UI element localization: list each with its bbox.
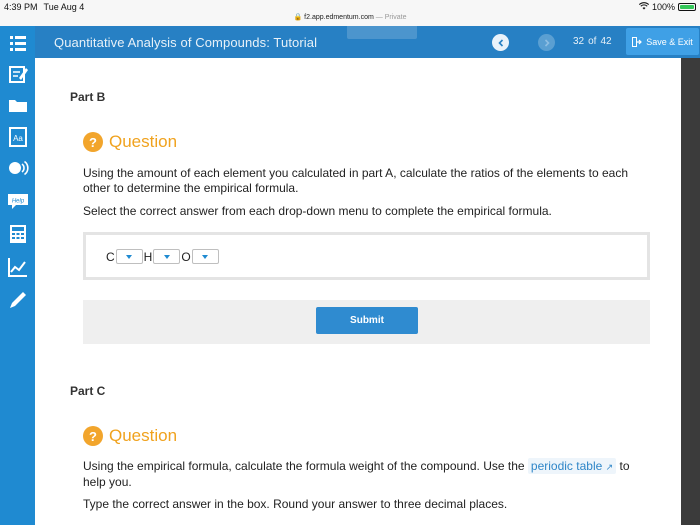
notepad-icon[interactable]	[6, 62, 29, 85]
question-icon: ?	[83, 132, 103, 152]
graph-icon[interactable]	[6, 255, 29, 278]
external-link-icon: ↗	[605, 462, 614, 472]
url-bar[interactable]: 🔒 f2.app.edmentum.com — Private	[0, 13, 700, 21]
part-b-instructions: Using the amount of each element you cal…	[83, 166, 628, 195]
menu-icon[interactable]	[6, 31, 29, 54]
empirical-formula: C H O	[106, 249, 220, 264]
status-day: Tue Aug 4	[43, 2, 85, 12]
element-o: O	[181, 249, 191, 264]
page-title: Quantitative Analysis of Compounds: Tuto…	[54, 35, 318, 50]
folder-icon[interactable]	[6, 93, 29, 116]
exit-icon	[632, 36, 643, 47]
url-text: f2.app.edmentum.com	[304, 14, 374, 21]
lesson-header: Quantitative Analysis of Compounds: Tuto…	[35, 26, 700, 58]
page-counter: 32 of 42	[573, 36, 616, 47]
submit-panel: Submit	[83, 300, 650, 344]
part-c-question-title: Question	[109, 426, 178, 445]
tab-handle	[347, 26, 417, 39]
battery-percent: 100%	[651, 2, 675, 12]
page-current: 32	[573, 36, 585, 47]
chevron-right-icon	[544, 38, 550, 47]
dictionary-icon[interactable]: Aa	[6, 125, 29, 148]
dropdown-c-subscript[interactable]	[115, 249, 143, 264]
next-button[interactable]	[538, 34, 555, 51]
caret-down-icon	[202, 254, 209, 259]
question-icon: ?	[83, 426, 103, 446]
pen-icon[interactable]	[6, 288, 29, 311]
lock-icon: 🔒	[293, 14, 303, 21]
battery-icon	[678, 3, 696, 11]
part-c-question-heading: ? Question	[83, 426, 177, 446]
previous-button[interactable]	[492, 34, 509, 51]
caret-down-icon	[163, 254, 170, 259]
audio-icon[interactable]	[6, 157, 29, 180]
submit-button[interactable]: Submit	[316, 307, 418, 334]
dropdown-o-subscript[interactable]	[191, 249, 219, 264]
status-bar: 4:39 PM Tue Aug 4 🔒 f2.app.edmentum.com —…	[0, 0, 700, 26]
part-c-directions: Type the correct answer in the box. Roun…	[83, 497, 508, 511]
svg-text:Aa: Aa	[13, 134, 23, 143]
scroll-gutter	[681, 58, 700, 525]
part-b-directions: Select the correct answer from each drop…	[83, 204, 552, 218]
save-exit-label: Save & Exit	[646, 36, 693, 47]
caret-down-icon	[126, 254, 133, 259]
page-of: of	[588, 36, 597, 47]
lesson-content: Part B ? Question Using the amount of ea…	[35, 58, 681, 525]
private-label: — Private	[375, 14, 407, 21]
part-c-label: Part C	[70, 384, 106, 398]
status-time: 4:39 PM Tue Aug 4	[4, 2, 85, 12]
help-icon-label: Help	[11, 198, 24, 204]
formula-answer-box: C H O	[83, 232, 650, 280]
part-c-instructions: Using the empirical formula, calculate t…	[83, 458, 653, 490]
chevron-left-icon	[497, 38, 503, 47]
dropdown-h-subscript[interactable]	[153, 249, 181, 264]
help-icon[interactable]: Help	[6, 189, 29, 212]
periodic-table-link[interactable]: periodic table ↗	[527, 458, 617, 474]
part-c-text-before: Using the empirical formula, calculate t…	[83, 459, 525, 473]
part-b-question-heading: ? Question	[83, 132, 177, 152]
part-b-question-title: Question	[109, 132, 178, 151]
element-c: C	[106, 249, 115, 264]
wifi-icon	[638, 2, 650, 12]
element-h: H	[143, 249, 153, 264]
part-b-label: Part B	[70, 90, 106, 104]
page-total: 42	[600, 36, 612, 47]
tool-rail: Aa Help	[0, 26, 35, 525]
calculator-icon[interactable]	[6, 222, 29, 245]
save-exit-button[interactable]: Save & Exit	[626, 28, 699, 55]
